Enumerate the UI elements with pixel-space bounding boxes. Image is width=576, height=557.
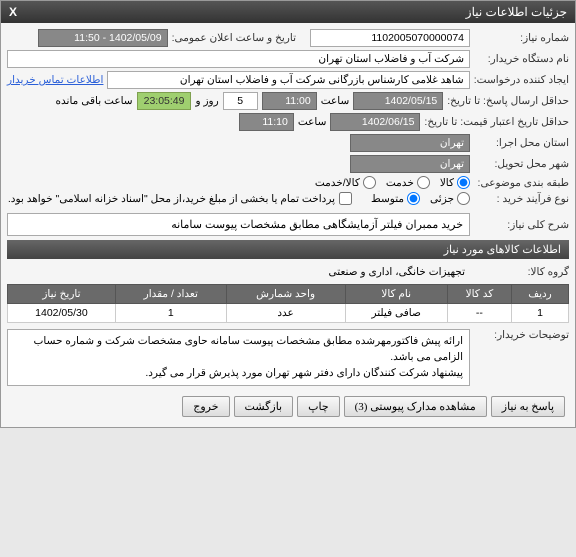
buyer-notes-label: توضیحات خریدار: (474, 329, 569, 341)
public-date-field: 1402/05/09 - 11:50 (38, 29, 168, 47)
cat-service-radio[interactable]: خدمت (386, 176, 430, 189)
cat-service-input[interactable] (417, 176, 430, 189)
back-button[interactable]: بازگشت (234, 396, 294, 417)
goods-table: ردیف کد کالا نام کالا واحد شمارش تعداد /… (7, 284, 569, 323)
exit-button[interactable]: خروج (182, 396, 229, 417)
pt-medium-radio[interactable]: متوسط (371, 192, 420, 205)
days-remain-field: 5 (223, 92, 258, 110)
time-label-2: ساعت (298, 116, 327, 128)
td-name: صافی فیلتر (345, 304, 447, 323)
need-no-field: 1102005070000074 (310, 29, 470, 47)
validity-label: حداقل تاریخ اعتبار قیمت: تا تاریخ: (424, 116, 569, 128)
buyer-notes-field: ارائه پیش فاکتورمهرشده مطابق مشخصات پیوس… (7, 329, 470, 386)
category-label: طبقه بندی موضوعی: (474, 177, 569, 189)
time-label-1: ساعت (321, 95, 350, 107)
treasury-checkbox[interactable]: پرداخت تمام یا بخشی از مبلغ خرید،از محل … (8, 192, 352, 205)
th-qty: تعداد / مقدار (115, 285, 226, 304)
footer-buttons: پاسخ به نیاز مشاهده مدارک پیوستی (3) چاپ… (7, 392, 569, 421)
general-desc-field: خرید ممبران فیلتر آزمایشگاهی مطابق مشخصا… (7, 213, 470, 236)
buyer-org-field: شرکت آب و فاضلاب استان تهران (7, 50, 470, 68)
deadline-time-field: 11:00 (262, 92, 317, 110)
exec-city-field: تهران (350, 134, 470, 152)
purchase-type-radios: جزئی متوسط (371, 192, 470, 205)
delivery-city-field: تهران (350, 155, 470, 173)
cat-goods-input[interactable] (457, 176, 470, 189)
table-row[interactable]: 1 -- صافی فیلتر عدد 1 1402/05/30 (8, 304, 569, 323)
td-date: 1402/05/30 (8, 304, 116, 323)
td-code: -- (447, 304, 511, 323)
deadline-label: حداقل ارسال پاسخ: تا تاریخ: (447, 95, 569, 107)
buyer-org-label: نام دستگاه خریدار: (474, 53, 569, 65)
validity-date-field: 1402/06/15 (330, 113, 420, 131)
delivery-city-label: شهر محل تحویل: (474, 158, 569, 170)
th-name: نام کالا (345, 285, 447, 304)
remain-text: ساعت باقی مانده (56, 95, 133, 107)
general-desc-label: شرح کلی نیاز: (474, 219, 569, 231)
requester-label: ایجاد کننده درخواست: (474, 74, 569, 86)
cat-gs-input[interactable] (363, 176, 376, 189)
respond-button[interactable]: پاسخ به نیاز (491, 396, 565, 417)
th-date: تاریخ نیاز (8, 285, 116, 304)
cat-goods-service-radio[interactable]: کالا/خدمت (315, 176, 376, 189)
cat-goods-radio[interactable]: کالا (440, 176, 470, 189)
pt-medium-input[interactable] (407, 192, 420, 205)
contact-link[interactable]: اطلاعات تماس خریدار (7, 74, 103, 86)
table-header-row: ردیف کد کالا نام کالا واحد شمارش تعداد /… (8, 285, 569, 304)
th-code: کد کالا (447, 285, 511, 304)
purchase-type-label: نوع فرآیند خرید : (474, 193, 569, 205)
td-unit: عدد (226, 304, 345, 323)
days-and-label: روز و (195, 95, 218, 107)
td-qty: 1 (115, 304, 226, 323)
pt-small-input[interactable] (457, 192, 470, 205)
treasury-checkbox-input[interactable] (339, 192, 352, 205)
close-icon[interactable]: X (9, 5, 17, 19)
attachments-button[interactable]: مشاهده مدارک پیوستی (3) (344, 396, 487, 417)
td-row: 1 (512, 304, 569, 323)
th-row: ردیف (512, 285, 569, 304)
need-no-label: شماره نیاز: (474, 32, 569, 44)
category-radios: کالا خدمت کالا/خدمت (315, 176, 470, 189)
requester-field: شاهد غلامی کارشناس بازرگانی شرکت آب و فا… (107, 71, 469, 89)
pt-small-radio[interactable]: جزئی (430, 192, 470, 205)
exec-city-label: استان محل اجرا: (474, 137, 569, 149)
content-area: شماره نیاز: 1102005070000074 تاریخ و ساع… (1, 23, 575, 427)
print-button[interactable]: چاپ (297, 396, 340, 417)
group-label: گروه کالا: (474, 266, 569, 278)
th-unit: واحد شمارش (226, 285, 345, 304)
public-date-label: تاریخ و ساعت اعلان عمومی: (172, 32, 296, 44)
deadline-date-field: 1402/05/15 (353, 92, 443, 110)
window-title: جزئیات اطلاعات نیاز (466, 5, 567, 19)
validity-time-field: 11:10 (239, 113, 294, 131)
window-titlebar: جزئیات اطلاعات نیاز X (1, 1, 575, 23)
details-window: جزئیات اطلاعات نیاز X شماره نیاز: 110200… (0, 0, 576, 428)
goods-section-header: اطلاعات کالاهای مورد نیاز (7, 240, 569, 259)
countdown-field: 23:05:49 (137, 92, 192, 110)
group-value: تجهیزات خانگی، اداری و صنعتی (7, 263, 470, 281)
